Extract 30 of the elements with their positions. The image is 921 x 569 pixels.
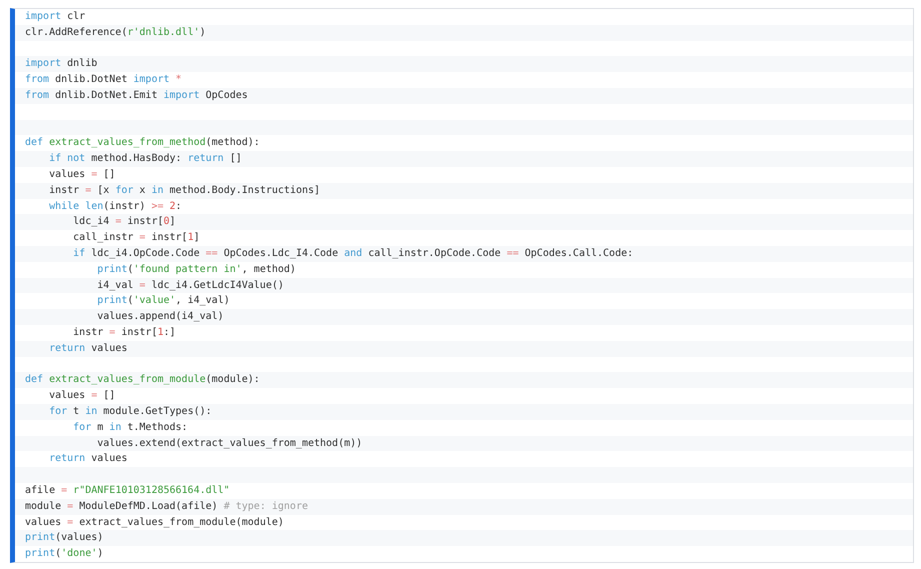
code-line: instr = [x for x in method.Body.Instructions] [48,184,320,196]
code-line: values = [] [48,168,116,180]
code-line: if ldc_i4.OpCode.Code == OpCodes.Ldc_I4.Code and call_instr.OpCode.Code == OpCodes.Call.Code: [72,248,634,259]
code-line: print('found pattern in', method) [96,264,296,275]
code-line: def extract_values_from_module(module): [25,374,260,386]
code-line: print('done') [25,548,104,560]
code-line: for t in module.GetTypes(): [48,406,212,417]
code-line: values.extend(extract_values_from_method(m)) [96,438,362,449]
code-line: i4_val = ldc_i4.GetLdcI4Value() [96,280,284,291]
code-line: if not method.HasBody: return [] [48,153,242,164]
code-line: import clr [25,11,86,22]
code-line: return values [48,453,128,464]
code-line: from dnlib.DotNet.Emit import OpCodes [25,90,248,101]
code-line: def extract_values_from_method(method): [25,137,260,148]
code-line: afile = r"DANFE10103128566164.dll" [25,484,230,496]
code-line: values = extract_values_from_module(module) [25,516,284,528]
code-line: instr = instr[1:] [72,326,176,338]
code-line: values.append(i4_val) [96,311,224,322]
code-line: ldc_i4 = instr[0] [72,216,176,228]
code-line: import dnlib [25,58,98,70]
code-line: for m in t.Methods: [72,422,188,433]
code-line: return values [48,342,128,354]
code-line: clr.AddReference(r'dnlib.dll') [25,26,206,38]
code-line: from dnlib.DotNet import * [25,74,182,86]
code-line: values = [] [48,390,116,402]
code-line: call_instr = instr[1] [72,232,200,244]
code-line: module = ModuleDefMD.Load(afile) # type: ignore [25,500,308,512]
code-line: print('value', i4_val) [96,295,230,306]
code-line: while len(instr) >= 2: [48,200,182,212]
code-line: print(values) [25,532,104,544]
